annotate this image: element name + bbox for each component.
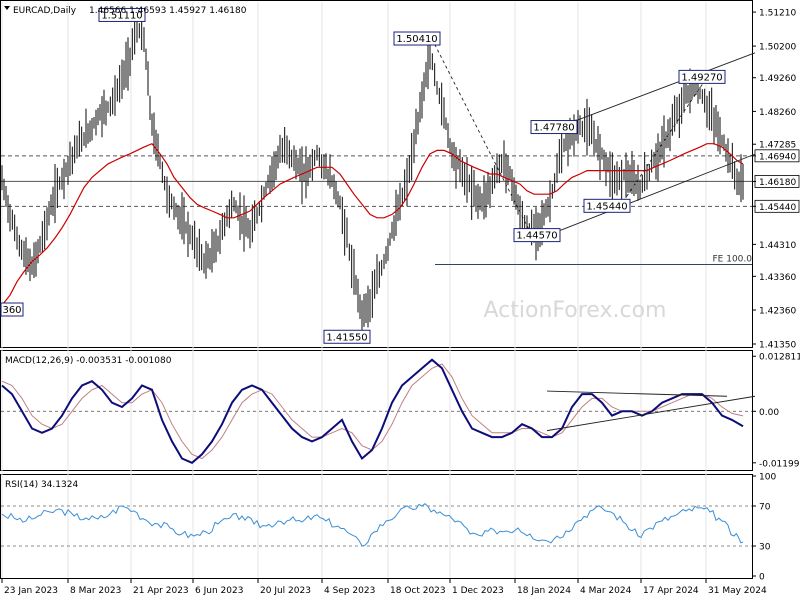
price-annotation-label: 1.44570 <box>516 231 557 242</box>
x-tick-label: 4 Mar 2024 <box>580 586 632 596</box>
price-annotation-label: 1.47780 <box>533 123 574 134</box>
x-tick-label: 23 Jan 2023 <box>4 586 58 596</box>
x-tick-label: 31 May 2024 <box>708 586 767 596</box>
macd-title: MACD(12,26,9) -0.003531 -0.001080 <box>5 356 172 366</box>
price-annotation-label: 1.41550 <box>326 332 367 343</box>
price-y-tick-label: 1.46180 <box>759 178 796 188</box>
price-y-tick-label: 1.41350 <box>759 341 796 351</box>
price-y-tick-label: 1.47285 <box>759 141 796 151</box>
rsi-title: RSI(14) 34.1324 <box>5 480 78 490</box>
price-y-tick-label: 1.48260 <box>759 108 796 118</box>
price-annotation-label: 360 <box>2 305 21 316</box>
price-annotation-label: 1.50410 <box>396 34 437 45</box>
macd-y-tick-label: 0.00 <box>759 408 779 418</box>
macd-y-tick-label: 0.012811 <box>759 353 800 363</box>
watermark: ActionForex.com <box>484 298 667 323</box>
macd-y-tick-label: -0.011993 <box>759 459 800 469</box>
rsi-y-tick-label: 30 <box>759 543 771 553</box>
x-tick-label: 6 Jun 2023 <box>195 586 243 596</box>
macd-panel-frame <box>0 350 753 471</box>
price-annotation-label: 1.45440 <box>586 201 627 212</box>
price-y-tick-label: 1.44310 <box>759 241 796 251</box>
chart-stage: ActionForex.com FE 100.0 1.51110 1.50410 1.… <box>0 0 800 600</box>
price-y-tick-label: 1.50200 <box>759 43 796 53</box>
price-panel-frame <box>0 0 753 348</box>
price-y-tick-label: 1.43360 <box>759 273 796 283</box>
x-tick-label: 20 Jul 2023 <box>260 586 311 596</box>
rsi-panel-frame <box>0 474 753 579</box>
x-tick-label: 18 Oct 2023 <box>390 586 446 596</box>
x-tick-label: 1 Dec 2023 <box>452 586 504 596</box>
symbol-label: EURCAD,Daily <box>13 6 77 16</box>
price-y-tick-label: 1.45440 <box>759 203 796 213</box>
eurcad-chart: ActionForex.com FE 100.01.511101.504101.… <box>0 0 800 596</box>
x-tick-label: 21 Apr 2023 <box>133 586 189 596</box>
x-tick-label: 18 Jan 2024 <box>517 586 571 596</box>
price-y-tick-label: 1.51210 <box>759 9 796 19</box>
price-y-tick-label: 1.46940 <box>759 152 796 162</box>
rsi-y-tick-label: 0 <box>759 573 765 583</box>
rsi-y-tick-label: 100 <box>759 473 776 483</box>
x-tick-label: 8 Mar 2023 <box>70 586 121 596</box>
x-tick-label: 17 Apr 2024 <box>643 586 699 596</box>
price-annotation-label: 1.49270 <box>681 72 722 83</box>
price-y-tick-label: 1.42360 <box>759 307 796 317</box>
price-y-tick-label: 1.49260 <box>759 74 796 84</box>
fe-level-label: FE 100.0 <box>713 255 753 265</box>
ohlc-values: 1.46566 1.46593 1.45927 1.46180 <box>89 6 247 16</box>
rsi-y-tick-label: 70 <box>759 503 771 513</box>
x-tick-label: 4 Sep 2023 <box>324 586 375 596</box>
